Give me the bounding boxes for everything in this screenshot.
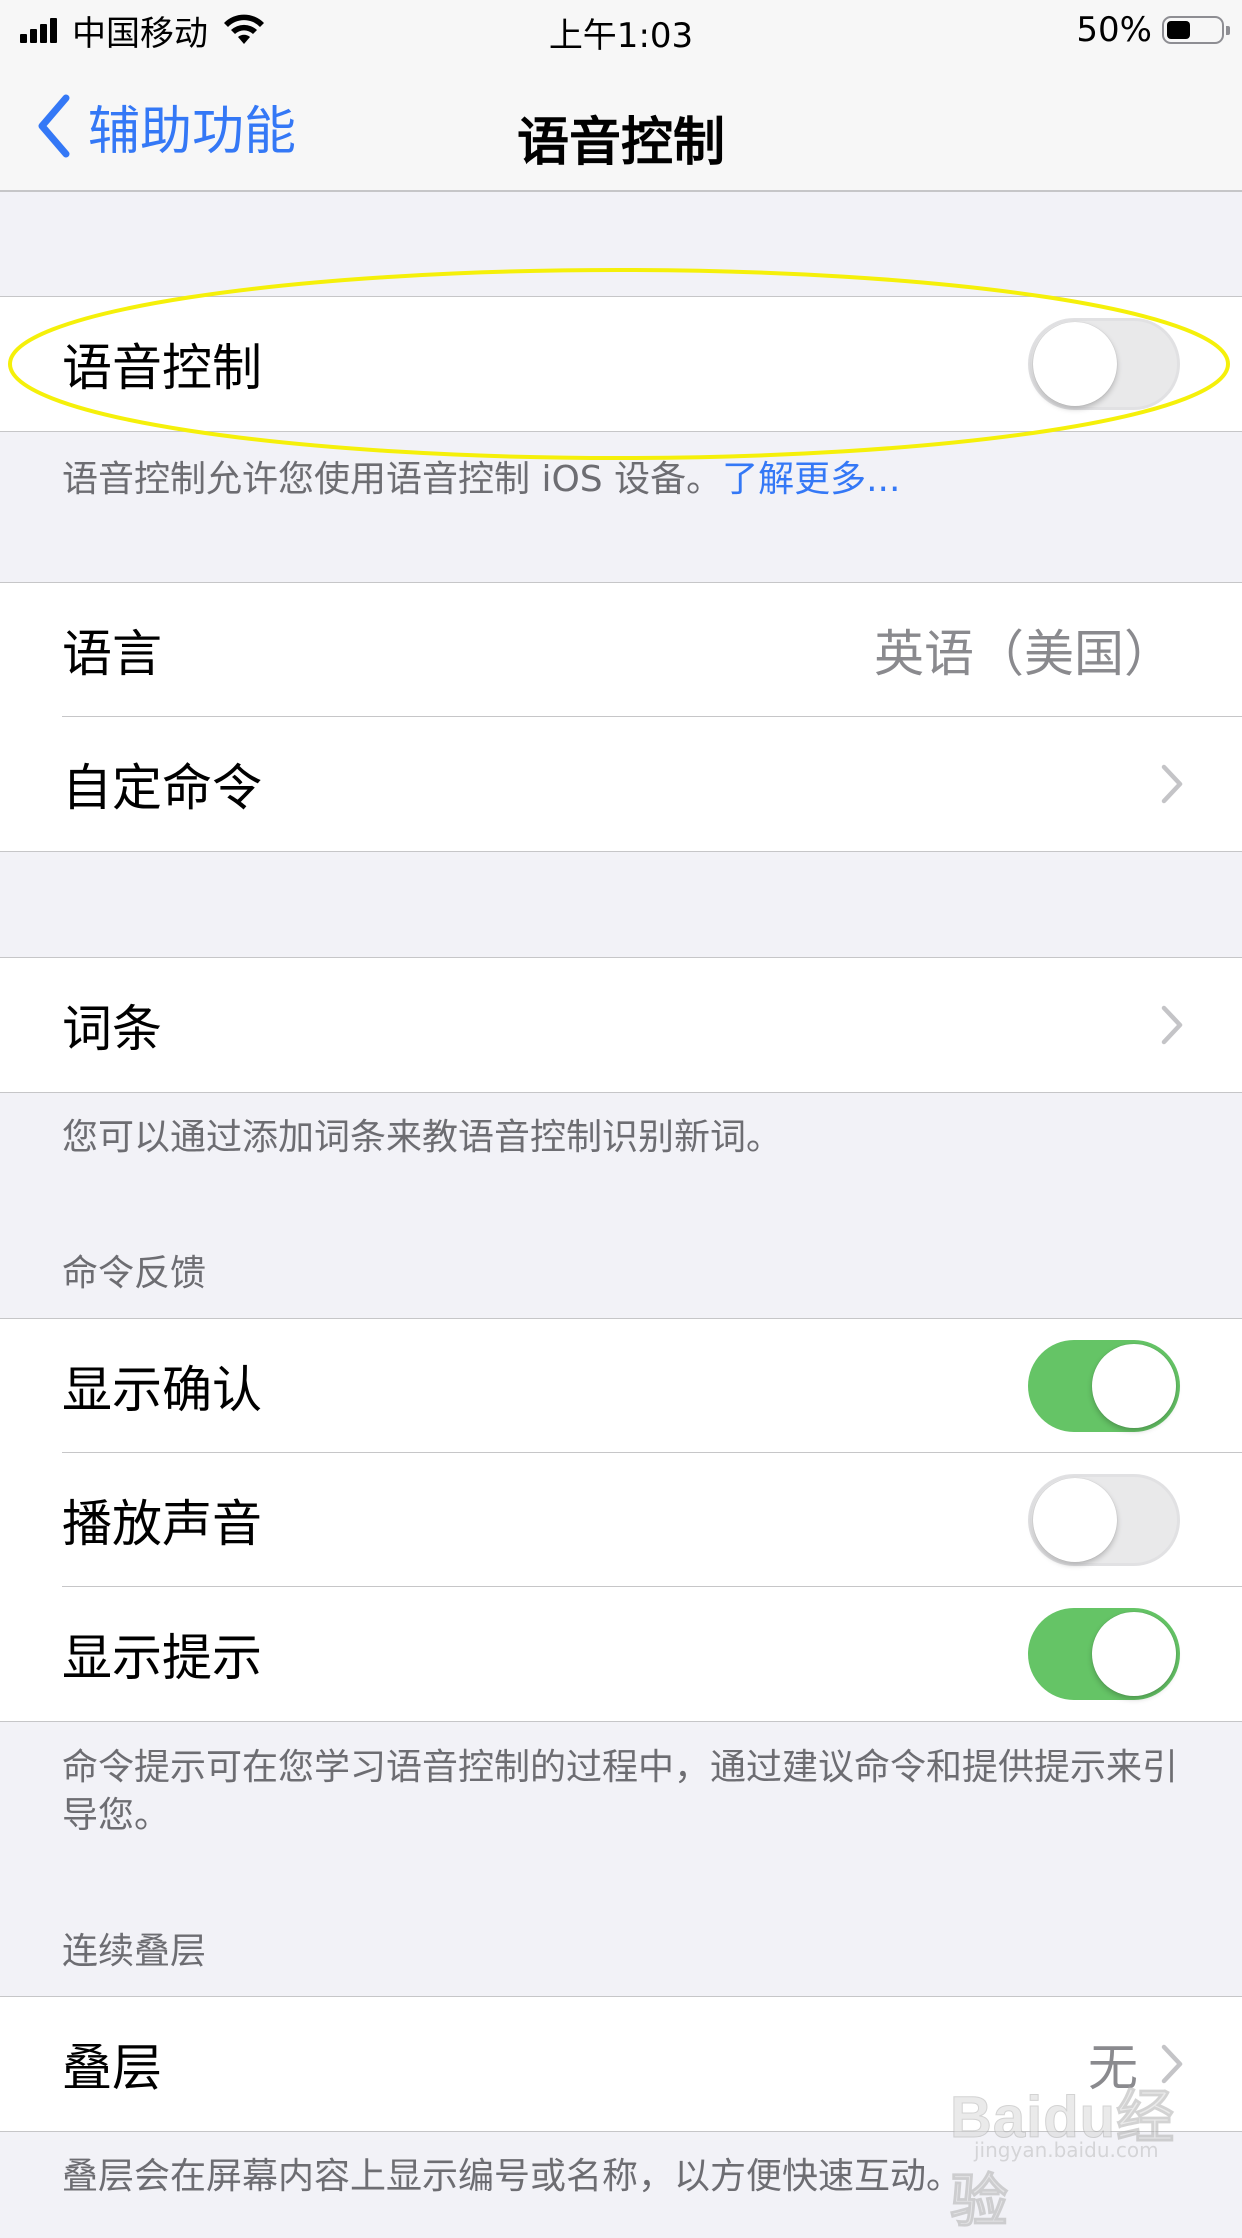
toggle-knob [1033,322,1117,406]
vocabulary-footer: 您可以通过添加词条来教语音控制识别新词。 [62,1117,783,1158]
chevron-right-icon [1161,1005,1183,1045]
status-bar: 中国移动 上午1:03 50% [0,0,1242,60]
voice-control-footer-text: 语音控制允许您使用语音控制 iOS 设备。 [62,459,723,500]
battery-percent: 50% [1076,10,1152,50]
play-sound-toggle[interactable] [1028,1474,1180,1566]
toggle-knob [1033,1478,1117,1562]
battery-icon [1162,16,1230,44]
language-label: 语言 [62,625,162,683]
status-time: 上午1:03 [548,16,694,56]
learn-more-link[interactable]: 了解更多... [722,459,900,500]
vocabulary-group: 词条 [0,957,1242,1093]
vocabulary-row[interactable]: 词条 [0,958,1242,1092]
language-row[interactable]: 语言 英语（美国） [0,583,1242,717]
overlay-row[interactable]: 叠层 无 [0,1997,1242,2131]
continuous-overlay-header: 连续叠层 [62,1931,207,1972]
toggle-knob [1092,1612,1176,1696]
voice-control-label: 语音控制 [62,339,262,397]
status-right: 50% [1076,10,1230,50]
language-group: 语言 英语（美国） 自定命令 [0,582,1242,852]
custom-commands-label: 自定命令 [62,759,262,817]
show-confirmation-label: 显示确认 [62,1361,262,1419]
command-feedback-header: 命令反馈 [62,1253,207,1294]
battery-fill [1167,21,1190,39]
show-hints-label: 显示提示 [62,1629,262,1687]
chevron-right-icon [1161,2044,1183,2084]
overlay-label: 叠层 [62,2039,162,2097]
show-hints-toggle[interactable] [1028,1608,1180,1700]
play-sound-row: 播放声音 [0,1453,1242,1587]
voice-control-group: 语音控制 [0,296,1242,432]
show-confirmation-row: 显示确认 [0,1319,1242,1453]
continuous-overlay-footer: 叠层会在屏幕内容上显示编号或名称，以方便快速互动。 [62,2156,963,2197]
voice-control-row: 语音控制 [0,297,1242,431]
language-value: 英语（美国） [874,625,1174,683]
navigation-bar: 辅助功能 语音控制 [0,60,1242,192]
custom-commands-row[interactable]: 自定命令 [0,717,1242,851]
command-feedback-footer: 命令提示可在您学习语音控制的过程中，通过建议命令和提供提示来引导您。 [62,1747,1179,1836]
toggle-knob [1092,1344,1176,1428]
show-hints-row: 显示提示 [0,1587,1242,1721]
show-confirmation-toggle[interactable] [1028,1340,1180,1432]
voice-control-footer: 语音控制允许您使用语音控制 iOS 设备。了解更多... [62,456,1182,504]
continuous-overlay-group: 叠层 无 [0,1996,1242,2132]
chevron-right-icon [1161,764,1183,804]
play-sound-label: 播放声音 [62,1495,262,1553]
page-title: 语音控制 [516,113,725,173]
vocabulary-label: 词条 [62,1000,162,1058]
voice-control-toggle[interactable] [1028,318,1180,410]
command-feedback-group: 显示确认 播放声音 显示提示 [0,1318,1242,1722]
overlay-value: 无 [1088,2039,1138,2097]
